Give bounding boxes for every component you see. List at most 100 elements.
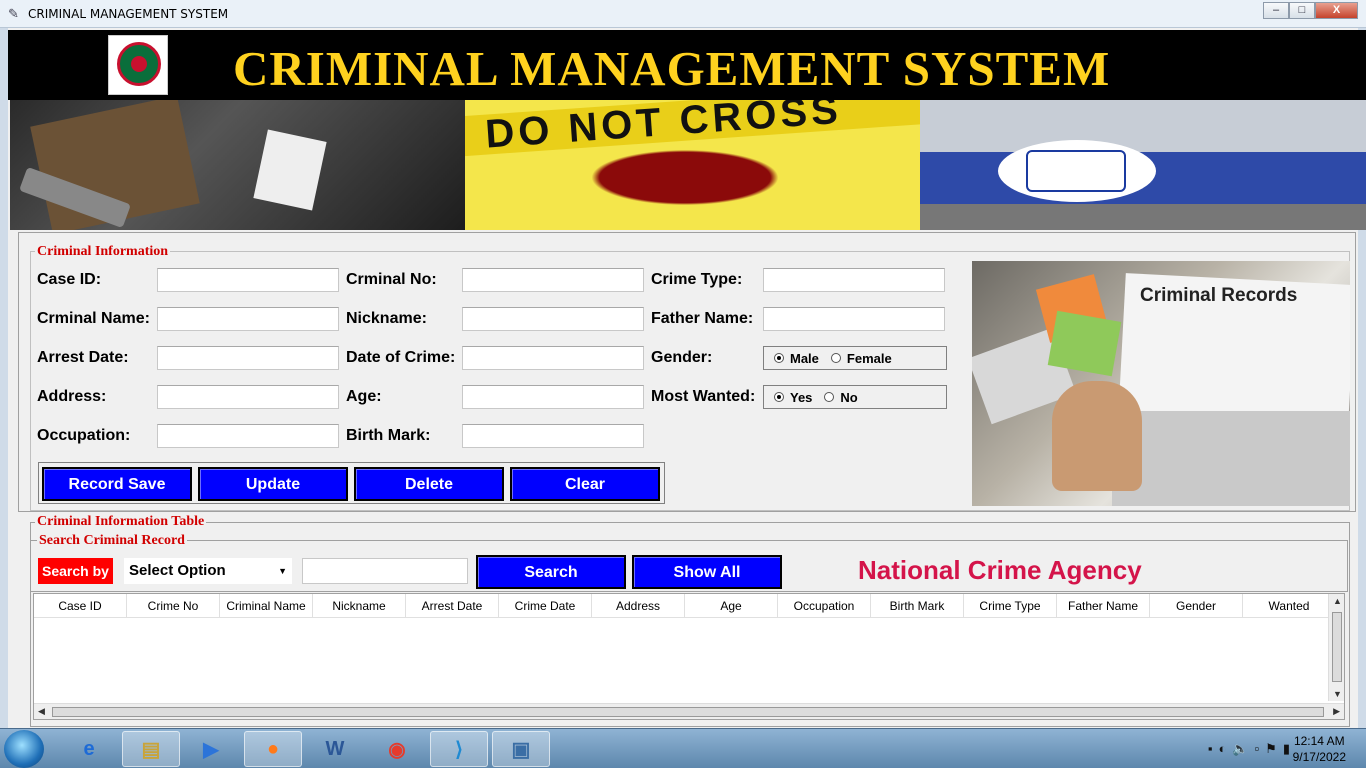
app-title: CRIMINAL MANAGEMENT SYSTEM	[233, 41, 1111, 96]
show-all-button[interactable]: Show All	[632, 555, 782, 589]
wanted-no-option[interactable]: No	[824, 390, 858, 405]
gender-male-option[interactable]: Male	[774, 351, 819, 366]
criminal-info-legend: Criminal Information	[35, 244, 171, 260]
record-save-button[interactable]: Record Save	[42, 467, 192, 501]
banner-images: DO NOT CROSS	[10, 100, 1366, 230]
occupation-input[interactable]	[157, 424, 339, 448]
gender-label: Gender:	[651, 349, 713, 366]
criminal-no-label: Crminal No:	[346, 271, 437, 288]
crime-type-input[interactable]	[763, 268, 945, 292]
file-explorer-icon[interactable]: ▤	[122, 731, 180, 767]
father-name-input[interactable]	[763, 307, 945, 331]
nickname-label: Nickname:	[346, 310, 427, 327]
chrome-icon[interactable]: ◉	[368, 731, 426, 767]
wanted-yes-option[interactable]: Yes	[774, 390, 812, 405]
most-wanted-label: Most Wanted:	[651, 388, 756, 405]
column-header[interactable]: Birth Mark	[871, 594, 964, 618]
delete-button[interactable]: Delete	[354, 467, 504, 501]
cid-emblem-icon	[998, 140, 1156, 202]
windows-taskbar: e ▤ ▶ ● W ◉ ⟩ ▣ ▪◐🔈▫⚑▮ 12:14 AM 9/17/202…	[0, 728, 1366, 768]
occupation-label: Occupation:	[37, 427, 131, 444]
app-header: CRIMINAL MANAGEMENT SYSTEM	[8, 30, 1366, 100]
most-wanted-radio-group: Yes No	[763, 385, 947, 409]
scroll-up-icon[interactable]: ▲	[1333, 596, 1342, 606]
criminal-table-legend: Criminal Information Table	[35, 514, 207, 530]
police-logo-icon	[108, 35, 168, 95]
search-option-select[interactable]: Select Option ▼	[124, 558, 292, 584]
birth-mark-input[interactable]	[462, 424, 644, 448]
crime-type-label: Crime Type:	[651, 271, 743, 288]
gender-radio-group: Male Female	[763, 346, 947, 370]
clock-date: 9/17/2022	[1292, 750, 1346, 764]
records-image-title: Criminal Records	[1140, 285, 1298, 306]
chevron-down-icon: ▼	[278, 566, 287, 576]
system-tray-icons[interactable]: ▪◐🔈▫⚑▮	[1208, 741, 1296, 757]
scroll-down-icon[interactable]: ▼	[1333, 689, 1342, 699]
radio-unchecked-icon	[824, 392, 835, 402]
column-header[interactable]: Age	[685, 594, 778, 618]
update-button[interactable]: Update	[198, 467, 348, 501]
maximize-button[interactable]: □	[1289, 2, 1315, 19]
column-header[interactable]: Wanted	[1243, 594, 1336, 618]
search-input[interactable]	[302, 558, 468, 584]
column-header[interactable]: Arrest Date	[406, 594, 499, 618]
firefox-icon[interactable]: ●	[244, 731, 302, 767]
column-header[interactable]: Crime Type	[964, 594, 1057, 618]
age-input[interactable]	[462, 385, 644, 409]
select-value: Select Option	[129, 562, 226, 579]
table-header: Case ID Crime No Criminal Name Nickname …	[34, 594, 1344, 618]
criminal-name-input[interactable]	[157, 307, 339, 331]
scroll-right-icon[interactable]: ▶	[1333, 706, 1340, 717]
internet-explorer-icon[interactable]: e	[60, 731, 118, 767]
column-header[interactable]: Address	[592, 594, 685, 618]
word-icon[interactable]: W	[306, 731, 364, 767]
window-controls: – □ X	[1263, 2, 1358, 19]
column-header[interactable]: Occupation	[778, 594, 871, 618]
do-not-cross-image: DO NOT CROSS	[465, 100, 920, 230]
column-header[interactable]: Case ID	[34, 594, 127, 618]
taskbar-clock[interactable]: 12:14 AM 9/17/2022	[1293, 733, 1346, 765]
crime-scene-desk-image	[10, 100, 465, 230]
media-player-icon[interactable]: ▶	[182, 731, 240, 767]
scroll-thumb[interactable]	[52, 707, 1324, 717]
column-header[interactable]: Criminal Name	[220, 594, 313, 618]
minimize-button[interactable]: –	[1263, 2, 1289, 19]
column-header[interactable]: Father Name	[1057, 594, 1150, 618]
radio-checked-icon	[774, 353, 784, 363]
nickname-input[interactable]	[462, 307, 644, 331]
python-icon[interactable]: ▣	[492, 731, 550, 767]
start-button[interactable]	[4, 730, 44, 768]
horizontal-scrollbar[interactable]: ◀ ▶	[34, 703, 1344, 719]
vscode-icon[interactable]: ⟩	[430, 731, 488, 767]
criminal-name-label: Crminal Name:	[37, 310, 150, 327]
arrest-date-input[interactable]	[157, 346, 339, 370]
criminal-no-input[interactable]	[462, 268, 644, 292]
scroll-left-icon[interactable]: ◀	[38, 706, 45, 717]
search-button[interactable]: Search	[476, 555, 626, 589]
vertical-scrollbar[interactable]: ▲ ▼	[1328, 594, 1344, 701]
window-title: CRIMINAL MANAGEMENT SYSTEM	[28, 7, 229, 21]
search-by-label: Search by	[38, 558, 113, 584]
window-titlebar: ✎ CRIMINAL MANAGEMENT SYSTEM – □ X	[0, 0, 1366, 28]
column-header[interactable]: Crime No	[127, 594, 220, 618]
criminal-records-table[interactable]: Case ID Crime No Criminal Name Nickname …	[33, 593, 1345, 720]
cid-building-image	[920, 100, 1366, 230]
column-header[interactable]: Gender	[1150, 594, 1243, 618]
case-id-label: Case ID:	[37, 271, 102, 288]
close-button[interactable]: X	[1315, 2, 1358, 19]
column-header[interactable]: Nickname	[313, 594, 406, 618]
date-of-crime-label: Date of Crime:	[346, 349, 456, 366]
birth-mark-label: Birth Mark:	[346, 427, 431, 444]
clear-button[interactable]: Clear	[510, 467, 660, 501]
feather-icon: ✎	[8, 6, 19, 21]
gender-female-option[interactable]: Female	[830, 351, 892, 366]
search-legend: Search Criminal Record	[37, 533, 187, 549]
date-of-crime-input[interactable]	[462, 346, 644, 370]
scroll-thumb[interactable]	[1332, 612, 1342, 682]
criminal-records-image: Criminal Records	[972, 261, 1350, 506]
column-header[interactable]: Crime Date	[499, 594, 592, 618]
age-label: Age:	[346, 388, 382, 405]
address-input[interactable]	[157, 385, 339, 409]
clock-time: 12:14 AM	[1293, 734, 1345, 748]
case-id-input[interactable]	[157, 268, 339, 292]
